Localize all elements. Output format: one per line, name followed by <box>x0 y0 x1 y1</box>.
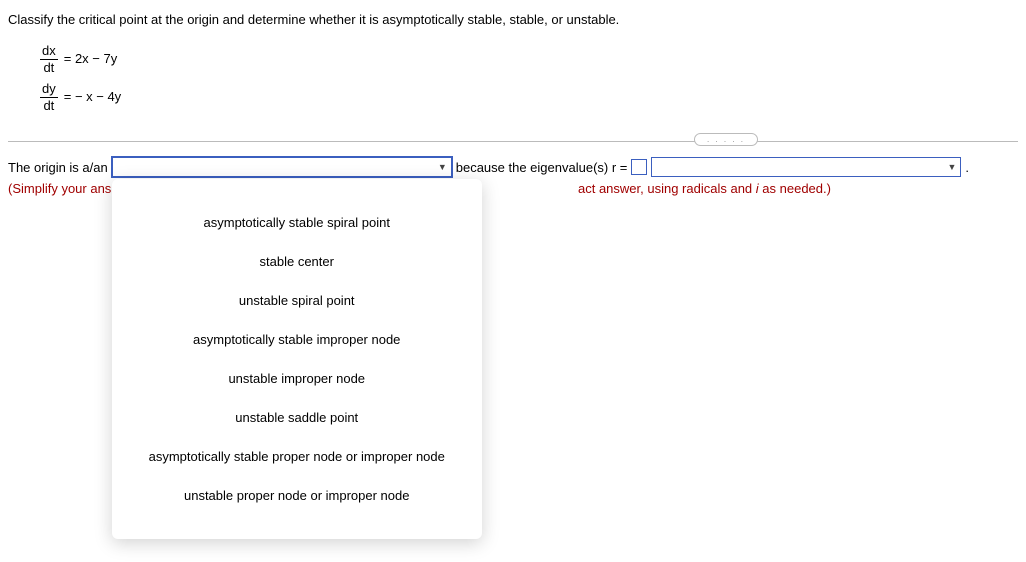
dropdown-option[interactable]: unstable saddle point <box>112 398 482 437</box>
dropdown-option[interactable]: unstable improper node <box>112 359 482 398</box>
dropdown-option[interactable]: stable center <box>112 242 482 281</box>
dropdown-arrow-icon: ▼ <box>947 162 956 172</box>
dropdown-arrow-icon: ▼ <box>438 162 447 172</box>
equation-1: dx dt = 2x − 7y <box>40 43 1018 75</box>
answer-end-period: . <box>965 160 969 175</box>
answer-mid-text: because the eigenvalue(s) r = <box>456 160 628 175</box>
eq1-numerator: dx <box>40 43 58 60</box>
section-divider <box>8 141 1018 142</box>
answer-line: The origin is a/an ▼ asymptotically stab… <box>8 153 1018 179</box>
question-text: Classify the critical point at the origi… <box>8 8 1018 43</box>
hint-seg-a: act answer, using radicals and <box>578 181 756 196</box>
dropdown-option[interactable]: unstable spiral point <box>112 281 482 320</box>
answer-prefix: The origin is a/an <box>8 160 108 175</box>
eigenvalue-input[interactable] <box>631 159 647 175</box>
hint-text-end: act answer, using radicals and i as need… <box>578 181 831 196</box>
more-options-bubble[interactable]: . . . . . <box>694 133 758 146</box>
dropdown-option[interactable]: asymptotically stable proper node or imp… <box>112 437 482 476</box>
eq1-denominator: dt <box>40 60 58 76</box>
dropdown-option[interactable]: unstable proper node or improper node <box>112 476 482 515</box>
dropdown-option[interactable]: asymptotically stable spiral point <box>112 203 482 242</box>
divider-region: . . . . . <box>8 135 1018 147</box>
classification-dropdown[interactable]: ▼ <box>112 157 452 177</box>
equation-2: dy dt = − x − 4y <box>40 81 1018 113</box>
hint-text-start: (Simplify your ans <box>8 181 111 196</box>
classification-dropdown-menu: asymptotically stable spiral point stabl… <box>112 179 482 539</box>
equation-block: dx dt = 2x − 7y dy dt = − x − 4y <box>8 43 1018 135</box>
eq2-numerator: dy <box>40 81 58 98</box>
hint-seg-b: as needed.) <box>759 181 831 196</box>
eq2-rhs: = − x − 4y <box>64 89 121 105</box>
eq1-rhs: = 2x − 7y <box>64 51 117 67</box>
dropdown-option[interactable]: asymptotically stable improper node <box>112 320 482 359</box>
eigenvalue-type-dropdown[interactable]: ▼ <box>651 157 961 177</box>
eq2-denominator: dt <box>40 98 58 114</box>
